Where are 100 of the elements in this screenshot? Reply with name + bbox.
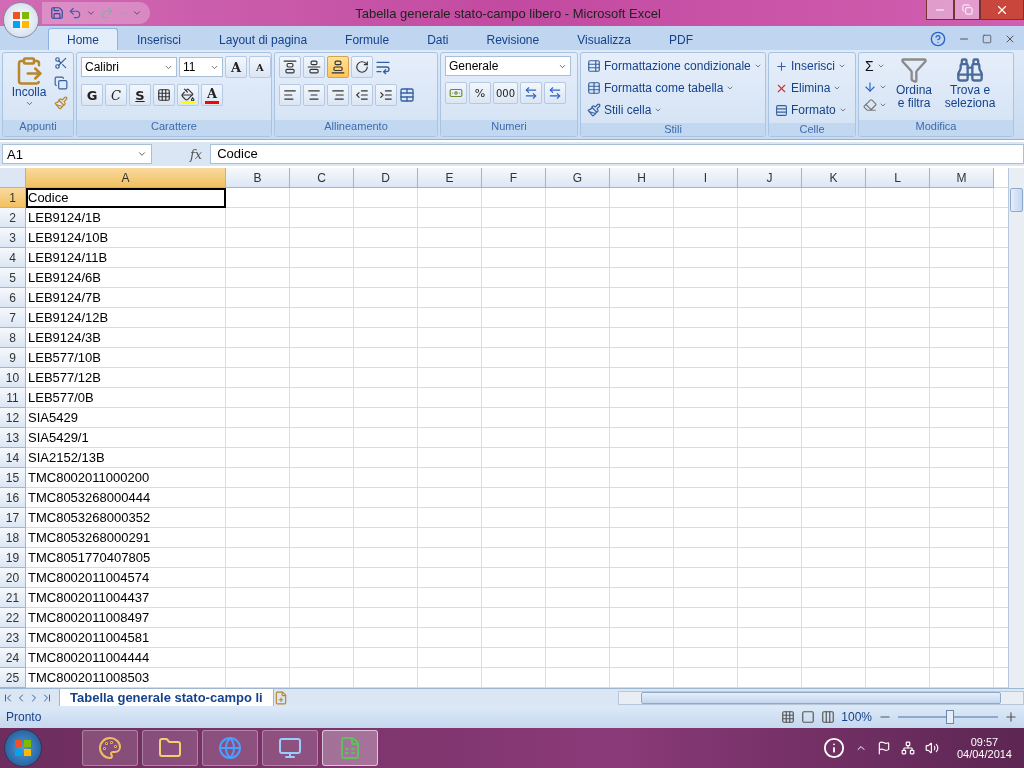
shrink-font-button[interactable]: A	[249, 56, 271, 78]
row-header[interactable]: 8	[0, 328, 26, 348]
browser-taskbar-button[interactable]	[202, 730, 258, 766]
copy-icon[interactable]	[54, 76, 68, 90]
brush-icon[interactable]	[54, 96, 68, 110]
first-sheet-icon[interactable]	[2, 691, 14, 704]
align-left-button[interactable]	[279, 84, 301, 106]
row-header[interactable]: 23	[0, 628, 26, 648]
indent-increase-button[interactable]	[375, 84, 397, 106]
row-header[interactable]: 4	[0, 248, 26, 268]
restore-button[interactable]	[954, 0, 980, 20]
vertical-scrollbar[interactable]	[1008, 168, 1024, 688]
folder-taskbar-button[interactable]	[142, 730, 198, 766]
row-header[interactable]: 24	[0, 648, 26, 668]
row-header[interactable]: 18	[0, 528, 26, 548]
row-header[interactable]: 3	[0, 228, 26, 248]
row-header[interactable]: 14	[0, 448, 26, 468]
row-header[interactable]: 7	[0, 308, 26, 328]
start-button[interactable]	[4, 729, 42, 767]
column-header[interactable]: A	[26, 168, 226, 188]
column-header[interactable]: H	[610, 168, 674, 188]
undo-icon[interactable]	[68, 6, 82, 20]
row-header[interactable]: 13	[0, 428, 26, 448]
row-header[interactable]: 20	[0, 568, 26, 588]
formula-field[interactable]: Codice	[210, 144, 1024, 164]
vertical-align-button[interactable]	[327, 56, 349, 78]
indent-decrease-button[interactable]	[351, 84, 373, 106]
row-header[interactable]: 11	[0, 388, 26, 408]
number-format-field[interactable]: Generale	[445, 56, 571, 76]
name-box[interactable]: A1	[2, 144, 152, 164]
paint-taskbar-button[interactable]	[82, 730, 138, 766]
column-header[interactable]: J	[738, 168, 802, 188]
row-header[interactable]: 6	[0, 288, 26, 308]
column-header[interactable]: C	[290, 168, 354, 188]
new-sheet-icon[interactable]	[273, 690, 288, 705]
sheet-tab[interactable]: Tabella generale stato-campo li	[59, 688, 274, 707]
page-break-icon[interactable]	[821, 710, 836, 724]
percent-button[interactable]: %	[469, 82, 491, 104]
underline-button[interactable]: S	[129, 84, 151, 106]
normal-view-icon[interactable]	[781, 710, 796, 724]
font-color-button[interactable]: A	[201, 84, 223, 106]
styles-menu-button[interactable]: Formatta come tabella	[585, 78, 737, 98]
decimal-button[interactable]	[520, 82, 543, 104]
row-header[interactable]: 1	[0, 188, 26, 208]
info-icon[interactable]	[822, 737, 845, 759]
autosum-button[interactable]: Σ	[863, 56, 887, 76]
column-header[interactable]: E	[418, 168, 482, 188]
row-header[interactable]: 19	[0, 548, 26, 568]
page-layout-icon[interactable]	[801, 710, 816, 724]
wrap-text-icon[interactable]	[375, 59, 391, 75]
vertical-align-button[interactable]	[279, 56, 301, 78]
fill-color-button[interactable]	[177, 84, 199, 106]
network-icon[interactable]	[900, 741, 915, 755]
column-header[interactable]: K	[802, 168, 866, 188]
align-right-button[interactable]	[327, 84, 349, 106]
eraser-icon[interactable]	[863, 98, 877, 112]
ribbon-tab[interactable]: Inserisci	[118, 28, 201, 50]
row-header[interactable]: 25	[0, 668, 26, 688]
monitor-taskbar-button[interactable]	[262, 730, 318, 766]
row-header[interactable]: 21	[0, 588, 26, 608]
ribbon-tab[interactable]: Home	[48, 28, 118, 50]
ribbon-tab[interactable]: Revisione	[467, 28, 559, 50]
find-select-button[interactable]: Trova e seleziona	[941, 56, 999, 117]
row-header[interactable]: 10	[0, 368, 26, 388]
row-header[interactable]: 16	[0, 488, 26, 508]
cells-menu-button[interactable]: Inserisci	[773, 56, 848, 76]
orientation-button[interactable]	[351, 56, 373, 78]
row-header[interactable]: 22	[0, 608, 26, 628]
insert-function-button[interactable]: fx	[188, 146, 205, 162]
font-size-field[interactable]: 11	[179, 57, 223, 77]
close-button[interactable]	[980, 0, 1024, 20]
grow-font-button[interactable]: A	[225, 56, 247, 78]
ribbon-tab[interactable]: Dati	[408, 28, 468, 50]
currency-button[interactable]	[445, 82, 467, 104]
horizontal-scrollbar[interactable]	[617, 690, 1024, 705]
bold-button[interactable]: G	[81, 84, 103, 106]
zoom-slider[interactable]	[946, 710, 954, 724]
paste-button[interactable]: Incolla	[7, 56, 51, 117]
column-header[interactable]: L	[866, 168, 930, 188]
column-header[interactable]: D	[354, 168, 418, 188]
thousands-button[interactable]: 000	[493, 82, 519, 104]
fill-down-icon[interactable]	[863, 80, 877, 94]
row-header[interactable]: 12	[0, 408, 26, 428]
ribbon-tab[interactable]: Formule	[326, 28, 409, 50]
row-header[interactable]: 2	[0, 208, 26, 228]
row-header[interactable]: 5	[0, 268, 26, 288]
borders-button[interactable]	[153, 84, 175, 106]
column-header[interactable]: B	[226, 168, 290, 188]
merge-icon[interactable]	[399, 87, 415, 103]
minimize-button[interactable]	[926, 0, 954, 20]
cells-menu-button[interactable]: Elimina	[773, 78, 844, 98]
styles-menu-button[interactable]: Stili cella	[585, 100, 665, 120]
column-header[interactable]: M	[930, 168, 994, 188]
volume-icon[interactable]	[924, 741, 939, 755]
ribbon-tab[interactable]: PDF	[650, 28, 712, 50]
cells-menu-button[interactable]: Formato	[773, 100, 849, 120]
italic-button[interactable]: C	[105, 84, 127, 106]
last-sheet-icon[interactable]	[41, 691, 53, 704]
cut-icon[interactable]	[54, 56, 68, 70]
column-header[interactable]: G	[546, 168, 610, 188]
